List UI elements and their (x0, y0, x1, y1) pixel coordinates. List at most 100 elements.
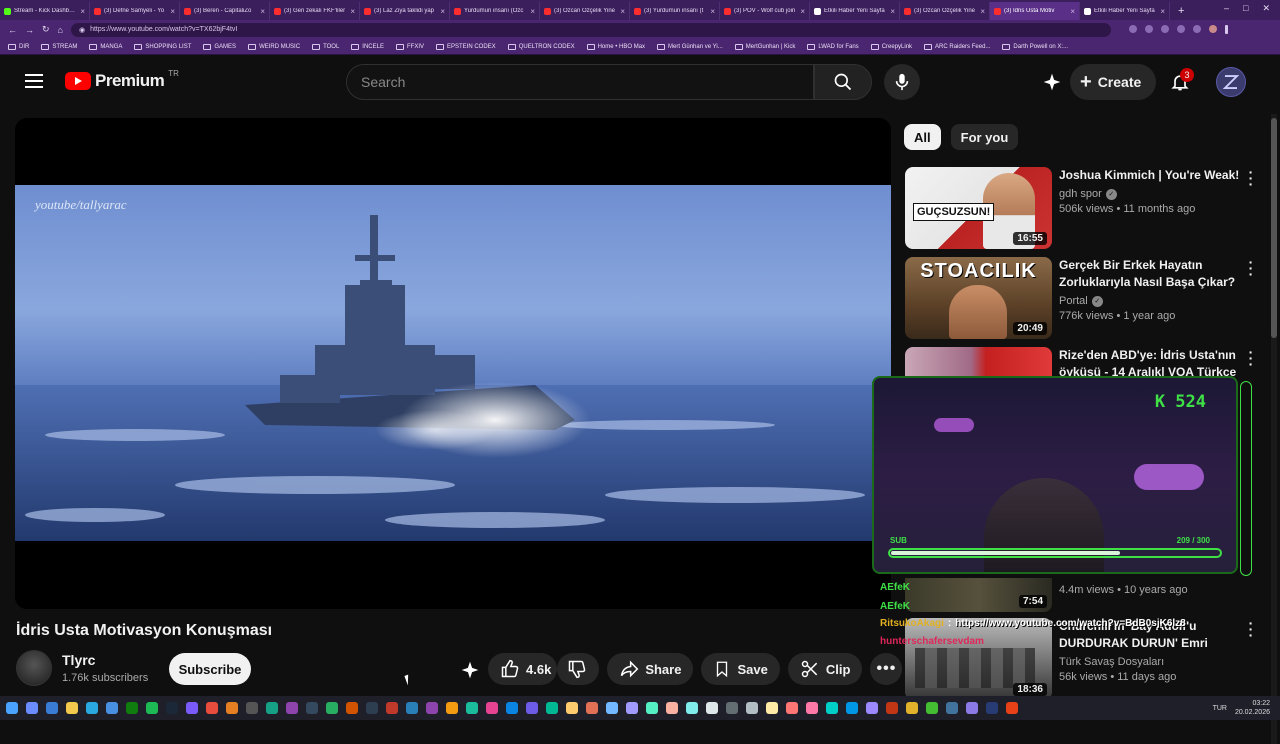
extension-icon[interactable] (1176, 25, 1185, 33)
tab-close-icon[interactable]: × (980, 7, 985, 16)
taskbar-app-icon[interactable] (346, 702, 358, 714)
bookmark-item[interactable]: LWAD for Fans (807, 43, 859, 50)
taskbar-app-icon[interactable] (826, 702, 838, 714)
tab-close-icon[interactable]: × (530, 7, 535, 16)
like-button[interactable]: 4.6k (488, 653, 558, 685)
bookmark-item[interactable]: SHOPPING LIST (134, 43, 191, 50)
more-vertical-icon[interactable]: · · · (1247, 345, 1255, 371)
extension-icon[interactable] (1192, 25, 1201, 33)
taskbar-app-icon[interactable] (326, 702, 338, 714)
more-vertical-icon[interactable]: · · · (1247, 616, 1255, 642)
new-tab-button[interactable]: + (1170, 2, 1192, 20)
reload-icon[interactable]: ↻ (42, 24, 50, 35)
video-frame[interactable]: youtube/tallyarac (15, 185, 891, 541)
taskbar-app-icon[interactable] (246, 702, 258, 714)
recommendation-item[interactable]: Rize'den ABD'ye: İdris Usta'nın öyküsü -… (905, 345, 1255, 377)
taskbar-app-icon[interactable] (186, 702, 198, 714)
taskbar-app-icon[interactable] (746, 702, 758, 714)
bookmark-item[interactable]: FFXIV (395, 43, 424, 50)
video-thumbnail[interactable] (905, 347, 1052, 377)
tab-close-icon[interactable]: × (1160, 7, 1165, 16)
channel-name[interactable]: Tlyrc (62, 652, 148, 668)
premium-gem-button[interactable] (1038, 68, 1066, 96)
taskbar-app-icon[interactable] (946, 702, 958, 714)
chip-for-you[interactable]: For you (950, 124, 1019, 150)
video-title[interactable]: Joshua Kimmich | You're Weak! (1059, 167, 1247, 184)
taskbar-app-icon[interactable] (606, 702, 618, 714)
bookmark-item[interactable]: TOOL (312, 43, 339, 50)
menu-icon[interactable] (25, 74, 43, 88)
voice-search-button[interactable] (884, 64, 920, 100)
taskbar-app-icon[interactable] (206, 702, 218, 714)
channel-name[interactable]: gdh spor (1059, 188, 1102, 200)
taskbar-app-icon[interactable] (726, 702, 738, 714)
taskbar-app-icon[interactable] (766, 702, 778, 714)
channel-name[interactable]: Portal (1059, 295, 1088, 307)
bookmark-item[interactable]: Home • HBO Max (586, 43, 645, 50)
tab-close-icon[interactable]: × (800, 7, 805, 16)
browser-tab[interactable]: (3) Beren - CapitaliZo × (180, 2, 270, 20)
taskbar-app-icon[interactable] (426, 702, 438, 714)
bookmark-item[interactable]: ARC Raiders Feed... (924, 43, 990, 50)
share-button[interactable]: Share (607, 653, 694, 685)
taskbar-app-icon[interactable] (626, 702, 638, 714)
video-thumbnail[interactable]: 18:36 (905, 618, 1052, 700)
taskbar-app-icon[interactable] (266, 702, 278, 714)
channel-avatar[interactable] (16, 650, 52, 686)
browser-tab[interactable]: (3) İdris Usta Motiv × (990, 2, 1080, 20)
chip-all[interactable]: All (904, 124, 941, 150)
video-title[interactable]: Gerçek Bir Erkek Hayatın Zorluklarıyla N… (1059, 257, 1247, 291)
video-thumbnail[interactable]: STOACILIK 20:49 (905, 257, 1052, 339)
taskbar-app-icon[interactable] (446, 702, 458, 714)
taskbar-app-icon[interactable] (486, 702, 498, 714)
extension-icon[interactable] (1128, 25, 1137, 33)
taskbar-app-icon[interactable] (1006, 702, 1018, 714)
search-button[interactable] (814, 64, 872, 100)
taskbar-app-icon[interactable] (366, 702, 378, 714)
taskbar-app-icon[interactable] (806, 702, 818, 714)
video-title[interactable]: Rize'den ABD'ye: İdris Usta'nın öyküsü -… (1059, 347, 1247, 377)
maximize-button[interactable]: □ (1243, 3, 1248, 14)
taskbar-app-icon[interactable] (86, 702, 98, 714)
tab-close-icon[interactable]: × (620, 7, 625, 16)
subscribe-button[interactable]: Subscribe (169, 653, 251, 685)
browser-tab[interactable]: (3) Laz Ziya taklidi yap × (360, 2, 450, 20)
taskbar-app-icon[interactable] (146, 702, 158, 714)
browser-tab[interactable]: Yurdumun insanı (Özc × (450, 2, 540, 20)
bookmark-item[interactable]: Darth Powell on X:... (1002, 43, 1068, 50)
bookmark-item[interactable]: Mert Günhan ve Yi... (657, 43, 723, 50)
browser-tab[interactable]: Stream - Kick Dashboard × (0, 2, 90, 20)
tab-close-icon[interactable]: × (710, 7, 715, 16)
taskbar-app-icon[interactable] (646, 702, 658, 714)
taskbar-app-icon[interactable] (566, 702, 578, 714)
tab-close-icon[interactable]: × (80, 7, 85, 16)
bookmark-item[interactable]: MANGA (89, 43, 122, 50)
dislike-button[interactable] (557, 653, 600, 685)
search-input[interactable] (361, 74, 813, 90)
extension-icon[interactable] (1160, 25, 1169, 33)
forward-icon[interactable]: → (25, 25, 34, 35)
taskbar-app-icon[interactable] (526, 702, 538, 714)
channel-name[interactable]: Türk Savaş Dosyaları (1059, 656, 1164, 668)
bookmark-item[interactable]: WEIRD MUSIC (248, 43, 300, 50)
extension-icon[interactable] (1144, 25, 1153, 33)
taskbar-app-icon[interactable] (986, 702, 998, 714)
profile-icon[interactable] (1208, 25, 1217, 33)
more-vertical-icon[interactable]: · · · (1247, 255, 1255, 281)
windows-start-icon[interactable] (6, 702, 18, 714)
taskbar-app-icon[interactable] (66, 702, 78, 714)
taskbar-app-icon[interactable] (886, 702, 898, 714)
browser-tab[interactable]: Etkili Haber Yeni Sayfa × (810, 2, 900, 20)
more-vertical-icon[interactable]: · · · (1247, 165, 1255, 191)
youtube-premium-logo[interactable]: Premium TR (65, 69, 179, 91)
tab-close-icon[interactable]: × (440, 7, 445, 16)
scrollbar-thumb[interactable] (1271, 118, 1277, 338)
more-actions-button[interactable]: ••• (870, 653, 903, 685)
taskbar-app-icon[interactable] (106, 702, 118, 714)
video-thumbnail[interactable]: GUÇSUZSUN! 16:55 (905, 167, 1052, 249)
browser-tab[interactable]: (3) Özcan Özçelik Yine × (540, 2, 630, 20)
taskbar-app-icon[interactable] (166, 702, 178, 714)
taskbar-app-icon[interactable] (46, 702, 58, 714)
language-indicator[interactable]: TUR (1213, 705, 1227, 712)
page-scrollbar[interactable] (1271, 114, 1277, 744)
